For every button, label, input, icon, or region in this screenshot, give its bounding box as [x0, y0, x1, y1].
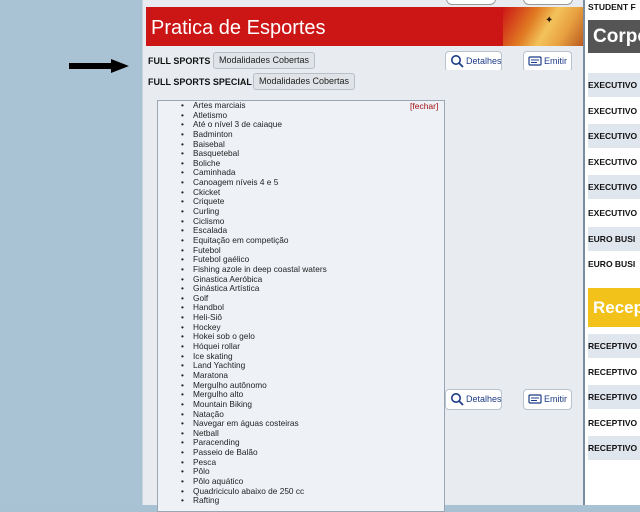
- corp-banner: Corpo: [588, 20, 640, 53]
- sport-list-item: Golf: [181, 293, 444, 304]
- coverage-button[interactable]: Modalidades Cobertas: [253, 73, 356, 90]
- details-button[interactable]: Detalhes: [445, 389, 502, 410]
- sidebar-item-receptivo[interactable]: RECEPTIVO: [588, 411, 640, 435]
- sport-list-item: Heli-Siô: [181, 312, 444, 323]
- sidebar-item-student[interactable]: STUDENT F: [588, 0, 640, 19]
- document-icon: [528, 56, 542, 66]
- sports-list: Artes marciaisAtletismoAté o nível 3 de …: [158, 100, 444, 506]
- emit-button[interactable]: Emitir: [523, 51, 572, 72]
- emit-label: Emitir: [544, 394, 567, 404]
- top-strip: [143, 0, 583, 7]
- sidebar-item-product[interactable]: EXECUTIVO: [588, 150, 640, 174]
- plan-label: FULL SPORTS: [148, 56, 211, 66]
- magnifier-icon: [451, 55, 464, 68]
- details-label: Detalhes: [466, 56, 502, 66]
- sport-list-item: Mountain Biking: [181, 399, 444, 410]
- sport-list-item: Artes marciais: [181, 100, 444, 111]
- details-button[interactable]: Detalhes: [445, 51, 502, 72]
- sport-list-item: Quadriciculo abaixo de 250 cc: [181, 486, 444, 497]
- sport-list-item: Land Yachting: [181, 361, 444, 371]
- sport-list-item: Criquete: [181, 197, 444, 207]
- sidebar-item-product[interactable]: EXECUTIVO: [588, 99, 640, 123]
- right-sidebar: STUDENT F Corpo EXECUTIVOEXECUTIVOEXECUT…: [583, 0, 640, 505]
- recep-banner: Recep: [588, 288, 640, 327]
- sport-list-item: Navegar em águas costeiras: [181, 418, 444, 429]
- emit-button[interactable]: Emitir: [523, 389, 572, 410]
- covered-sports-list: Artes marciaisAtletismoAté o nível 3 de …: [157, 100, 445, 512]
- magnifier-icon: [451, 393, 464, 406]
- sidebar-item-receptivo[interactable]: RECEPTIVO: [588, 334, 640, 358]
- sports-banner: Pratica de Esportes ✦: [146, 7, 583, 46]
- sport-list-item: Badminton: [181, 129, 444, 140]
- plan-row-full-sports-special: FULL SPORTS SPECIAL Modalidades Cobertas: [143, 70, 583, 94]
- sport-list-item: Basquetebal: [181, 149, 444, 159]
- athlete-icon: ✦: [545, 15, 554, 26]
- sport-list-item: Handbol: [181, 303, 444, 313]
- pointer-arrow-icon: [69, 59, 129, 73]
- sport-list-item: Equitação em competição: [181, 235, 444, 246]
- details-label: Detalhes: [466, 394, 502, 404]
- sport-list-item: Ciclismo: [181, 216, 444, 227]
- main-panel: Pratica de Esportes ✦ FULL SPORTS Modali…: [142, 0, 583, 512]
- sidebar-item-receptivo[interactable]: RECEPTIVO: [588, 360, 640, 384]
- sport-list-item: Pesca: [181, 457, 444, 468]
- sidebar-item-product[interactable]: EXECUTIVO: [588, 175, 640, 200]
- partial-top-button[interactable]: [523, 0, 573, 5]
- sport-list-item: Canoagem níveis 4 e 5: [181, 177, 444, 188]
- sidebar-item-product[interactable]: EURO BUSI: [588, 226, 640, 251]
- banner-title: Pratica de Esportes: [151, 17, 326, 39]
- partial-top-button[interactable]: [446, 0, 496, 5]
- sidebar-item-product[interactable]: EXECUTIVO: [588, 73, 640, 97]
- sport-list-item: Rafting: [181, 496, 444, 506]
- left-background: [0, 0, 142, 505]
- sidebar-item-product[interactable]: EXECUTIVO: [588, 201, 640, 225]
- sidebar-item-product[interactable]: EXECUTIVO: [588, 124, 640, 149]
- sidebar-item-receptivo[interactable]: RECEPTIVO: [588, 436, 640, 461]
- sport-list-item: Ckicket: [181, 187, 444, 198]
- sidebar-item-receptivo[interactable]: RECEPTIVO: [588, 385, 640, 410]
- close-link[interactable]: [fechar]: [410, 101, 438, 111]
- sport-list-item: Ginástica Artística: [181, 284, 444, 294]
- sport-list-item: Curling: [181, 206, 444, 217]
- emit-label: Emitir: [544, 56, 567, 66]
- sidebar-item-product[interactable]: EURO BUSI: [588, 252, 640, 276]
- banner-artwork: ✦: [503, 7, 583, 46]
- coverage-button[interactable]: Modalidades Cobertas: [213, 52, 316, 69]
- sport-list-item: Passeio de Balão: [181, 447, 444, 458]
- document-icon: [528, 394, 542, 404]
- plan-label: FULL SPORTS SPECIAL: [148, 77, 252, 87]
